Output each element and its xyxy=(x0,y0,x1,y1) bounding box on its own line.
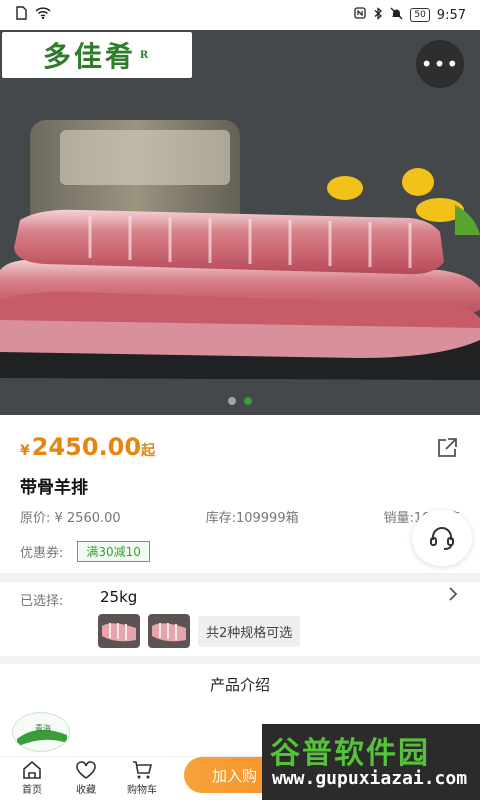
price: ¥ 2450.00 起 xyxy=(20,433,155,461)
customer-service-button[interactable] xyxy=(412,510,472,566)
headset-icon xyxy=(430,527,454,550)
tab-cart[interactable]: 购物车 xyxy=(122,759,162,796)
chevron-right-icon[interactable] xyxy=(448,586,458,606)
cart-icon xyxy=(133,761,153,779)
site-watermark: 谷普软件园 www.gupuxiazai.com xyxy=(262,724,480,800)
intro-title: 产品介绍 xyxy=(209,676,270,694)
coupon-badge[interactable]: 满30减10 xyxy=(77,541,150,562)
carousel-dot-active[interactable] xyxy=(244,397,252,405)
battery-indicator: 50 xyxy=(410,8,430,22)
watermark-title: 谷普软件园 xyxy=(270,736,430,771)
coupon-row: 优惠券: 满30减10 xyxy=(20,541,150,562)
tab-home-label: 首页 xyxy=(22,785,42,796)
spec-thumbnail[interactable] xyxy=(148,614,190,648)
carousel-dot[interactable] xyxy=(228,397,236,405)
price-suffix: 起 xyxy=(141,443,156,459)
spec-thumbnail[interactable] xyxy=(98,614,140,648)
more-dots-icon: ••• xyxy=(420,52,460,76)
clock: 9:57 xyxy=(436,7,466,23)
spec-selection[interactable]: 已选择: 25kg 共2种规格可选 xyxy=(0,582,480,656)
stock: 库存:109999箱 xyxy=(205,511,299,526)
nfc-icon xyxy=(354,7,366,23)
product-info-card: ¥ 2450.00 起 带骨羊排 原价: ¥ 2560.00 库存:109999… xyxy=(0,415,480,573)
tab-favorites-label: 收藏 xyxy=(76,785,96,796)
share-icon[interactable] xyxy=(434,435,460,461)
bluetooth-icon xyxy=(373,6,383,24)
wifi-icon xyxy=(35,6,51,24)
product-image-carousel[interactable]: 多佳肴 R ••• xyxy=(0,30,480,415)
mute-icon xyxy=(390,7,403,24)
brand-logo: 多佳肴 R xyxy=(2,32,192,78)
carousel-indicator xyxy=(0,397,480,405)
product-title: 带骨羊排 xyxy=(20,478,88,498)
product-meta: 原价: ¥ 2560.00 库存:109999箱 销量:1001箱 xyxy=(20,507,460,526)
product-photo xyxy=(0,30,480,415)
heart-icon xyxy=(76,761,96,779)
tab-home[interactable]: 首页 xyxy=(12,759,52,796)
tab-favorites[interactable]: 收藏 xyxy=(66,759,106,796)
home-icon xyxy=(23,760,41,779)
spec-thumbnails: 共2种规格可选 xyxy=(98,614,301,648)
product-detail-page: 50 9:57 多佳肴 R ••• ¥ 2450.00 起 带骨羊排 原价: ¥… xyxy=(0,0,480,800)
status-bar: 50 9:57 xyxy=(0,0,480,30)
currency-symbol: ¥ xyxy=(20,443,30,459)
coupon-label: 优惠券: xyxy=(20,546,64,561)
original-price: 原价: ¥ 2560.00 xyxy=(20,511,121,526)
more-options-button[interactable]: ••• xyxy=(416,40,464,88)
selected-label: 已选择: xyxy=(20,594,64,609)
price-value: 2450.00 xyxy=(31,433,142,461)
spec-count-chip[interactable]: 共2种规格可选 xyxy=(198,615,301,647)
selected-value: 25kg xyxy=(100,588,138,606)
tab-cart-label: 购物车 xyxy=(127,785,157,796)
watermark-url: www.gupuxiazai.com xyxy=(272,768,468,789)
intro-brand-logo: 青海 xyxy=(12,712,70,752)
sim-icon xyxy=(14,6,28,24)
svg-text:青海: 青海 xyxy=(35,723,51,733)
